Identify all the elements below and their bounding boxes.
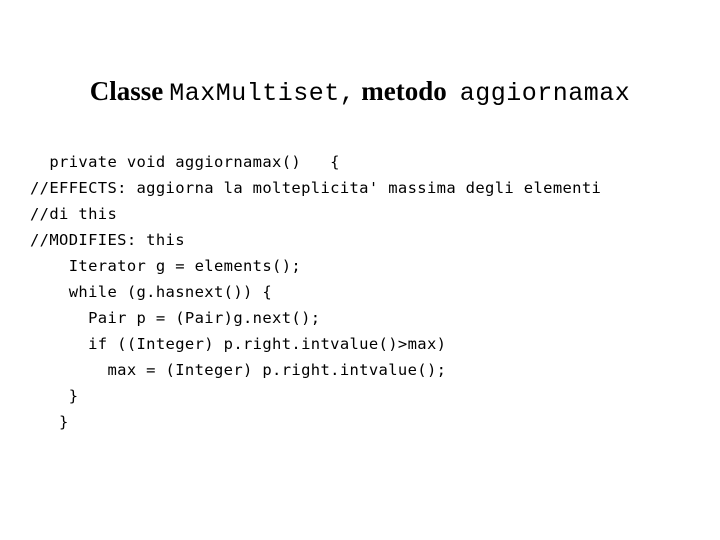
title-middle-label: metodo	[361, 76, 447, 107]
code-line: //MODIFIES: this	[30, 230, 185, 249]
code-line: while (g.hasnext()) {	[30, 282, 273, 301]
code-line: //di this	[30, 204, 118, 223]
code-line: if ((Integer) p.right.intvalue()>max)	[30, 334, 447, 353]
code-line: //EFFECTS: aggiorna la molteplicita' mas…	[30, 178, 602, 197]
code-line: max = (Integer) p.right.intvalue();	[30, 360, 447, 379]
code-line: Pair p = (Pair)g.next();	[30, 308, 321, 327]
title-method-name: aggiornamax	[459, 79, 631, 109]
slide-canvas: Classe MaxMultiset, metodo aggiornamax priv…	[0, 0, 720, 540]
code-line: Iterator g = elements();	[30, 256, 302, 275]
code-block: private void aggiornamax() { //EFFECTS: a…	[30, 149, 702, 435]
page-title: Classe MaxMultiset, metodo aggiornamax	[0, 73, 720, 107]
code-line: private void aggiornamax() {	[30, 152, 340, 171]
code-listing: private void aggiornamax() { //EFFECTS: a…	[30, 149, 702, 435]
code-line: }	[30, 412, 69, 431]
title-prefix-label: Classe	[89, 76, 164, 107]
title-class-name: MaxMultiset,	[169, 79, 356, 109]
code-line: }	[30, 386, 79, 405]
